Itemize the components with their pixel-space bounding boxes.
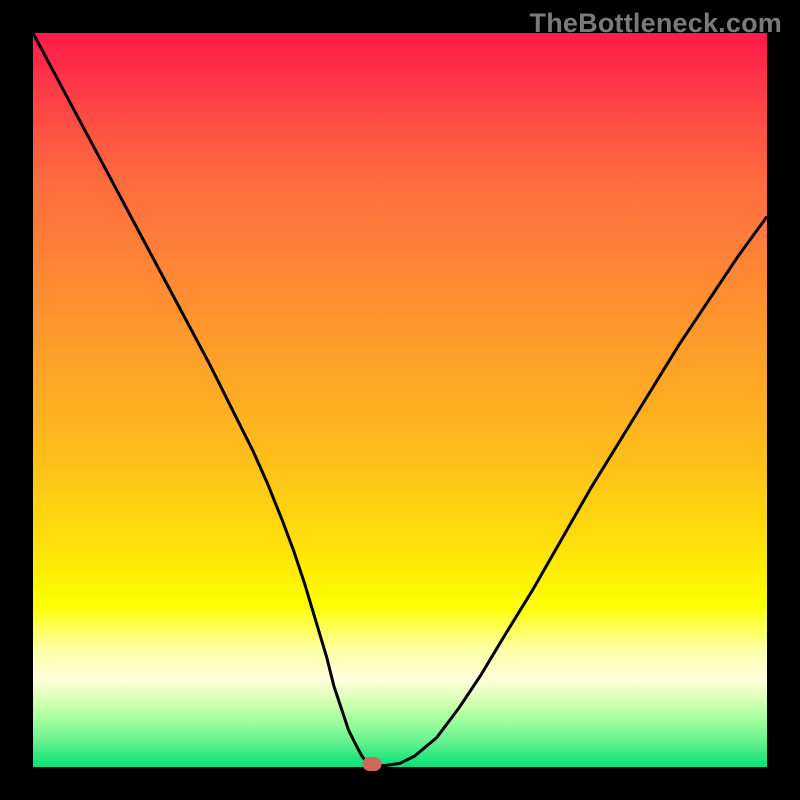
optimal-point-marker (363, 757, 382, 771)
curve-svg (33, 33, 767, 767)
gradient-plot-area (33, 33, 767, 767)
bottleneck-curve (33, 33, 767, 766)
chart-frame: TheBottleneck.com (0, 0, 800, 800)
watermark-text: TheBottleneck.com (530, 8, 782, 39)
